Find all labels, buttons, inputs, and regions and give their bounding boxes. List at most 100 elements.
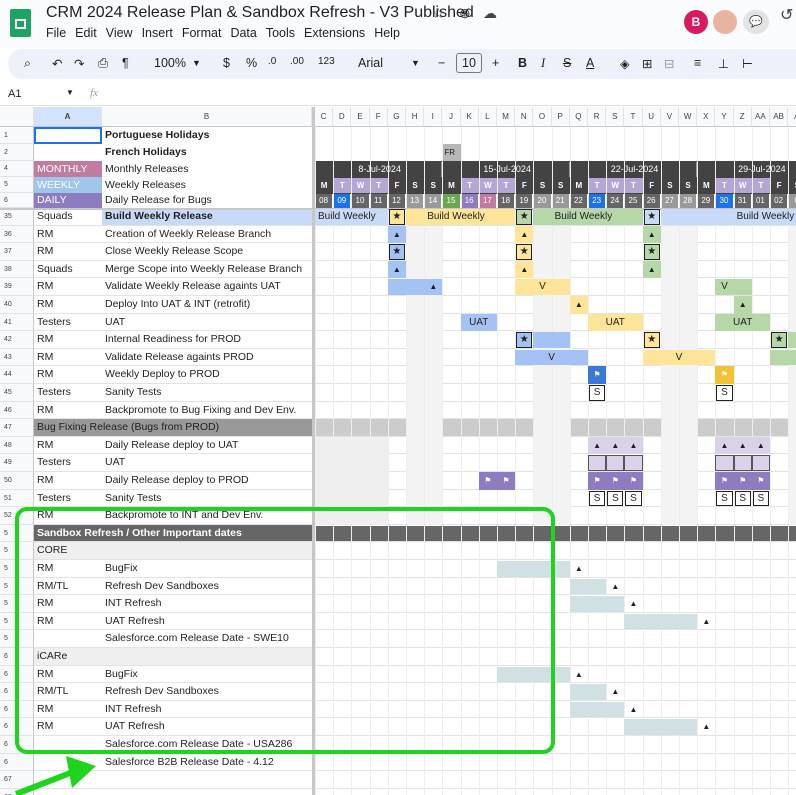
- fill-color-icon[interactable]: ◈: [620, 56, 630, 71]
- column-header[interactable]: W: [679, 107, 698, 127]
- search-icon[interactable]: ⌕: [24, 56, 31, 71]
- row-header[interactable]: 49: [0, 454, 34, 472]
- bold-button[interactable]: B: [518, 56, 527, 70]
- print-icon[interactable]: ⎙: [98, 56, 108, 71]
- menu-insert[interactable]: Insert: [142, 26, 173, 40]
- corner-cell[interactable]: [0, 107, 34, 127]
- cloud-status-icon[interactable]: ☁: [483, 5, 497, 22]
- row-header[interactable]: 1: [0, 127, 34, 144]
- column-header[interactable]: N: [515, 107, 534, 127]
- row-header[interactable]: 41: [0, 313, 34, 332]
- row-header[interactable]: 40: [0, 296, 34, 314]
- column-header[interactable]: C: [315, 107, 334, 127]
- column-header[interactable]: M: [497, 107, 516, 127]
- menu-data[interactable]: Data: [230, 26, 256, 40]
- menu-tools[interactable]: Tools: [266, 26, 295, 40]
- column-header[interactable]: J: [442, 107, 461, 127]
- column-header[interactable]: Z: [733, 107, 752, 127]
- row-header[interactable]: 6: [0, 753, 34, 772]
- sheets-logo-icon[interactable]: [10, 9, 31, 37]
- font-dropdown-icon[interactable]: ▼: [411, 58, 420, 68]
- increase-decimal-button[interactable]: .00: [290, 56, 304, 67]
- column-header[interactable]: V: [660, 107, 679, 127]
- column-header[interactable]: X: [697, 107, 716, 127]
- row-header[interactable]: 67: [0, 771, 34, 789]
- paint-format-icon[interactable]: ¶: [122, 56, 129, 70]
- collaborator-avatar[interactable]: [713, 10, 737, 34]
- wrap-icon[interactable]: ⊢: [742, 56, 753, 71]
- valign-icon[interactable]: ⊥: [718, 56, 729, 71]
- star-icon[interactable]: ☆: [432, 5, 445, 22]
- italic-button[interactable]: I: [541, 56, 545, 71]
- undo-icon[interactable]: ↶: [52, 56, 62, 71]
- move-icon[interactable]: ⊕: [459, 5, 471, 22]
- row-header[interactable]: 5: [0, 177, 34, 193]
- row-header[interactable]: 50: [0, 472, 34, 490]
- column-header[interactable]: D: [333, 107, 352, 127]
- document-title[interactable]: CRM 2024 Release Plan & Sandbox Refresh …: [46, 4, 474, 22]
- row-header[interactable]: 36: [0, 225, 34, 244]
- more-formats-button[interactable]: 123: [318, 56, 335, 67]
- increase-font-size-button[interactable]: +: [492, 56, 499, 70]
- row-header[interactable]: 2: [0, 144, 34, 161]
- percent-button[interactable]: %: [246, 56, 257, 70]
- column-header[interactable]: P: [551, 107, 570, 127]
- row-header[interactable]: 43: [0, 348, 34, 367]
- row-header[interactable]: 35: [0, 208, 34, 226]
- row-header[interactable]: 47: [0, 419, 34, 437]
- row-header[interactable]: 46: [0, 401, 34, 420]
- font-select[interactable]: Arial: [358, 56, 383, 70]
- column-header[interactable]: Q: [569, 107, 588, 127]
- menu-format[interactable]: Format: [182, 26, 222, 40]
- menu-view[interactable]: View: [106, 26, 133, 40]
- column-header[interactable]: F: [369, 107, 388, 127]
- merge-cells-icon[interactable]: ⊟: [664, 56, 674, 71]
- column-header[interactable]: T: [624, 107, 643, 127]
- column-header[interactable]: E: [351, 107, 370, 127]
- user-avatar[interactable]: B: [684, 10, 708, 34]
- strikethrough-button[interactable]: S: [563, 56, 571, 70]
- column-header[interactable]: Y: [715, 107, 734, 127]
- row-header[interactable]: 37: [0, 243, 34, 261]
- column-header[interactable]: I: [424, 107, 443, 127]
- align-icon[interactable]: ≡: [694, 56, 701, 70]
- menu-edit[interactable]: Edit: [75, 26, 97, 40]
- borders-icon[interactable]: ⊞: [642, 56, 652, 71]
- row-header[interactable]: 51: [0, 489, 34, 508]
- row-header[interactable]: 48: [0, 436, 34, 455]
- column-header[interactable]: AB: [770, 107, 789, 127]
- column-header[interactable]: O: [533, 107, 552, 127]
- menu-help[interactable]: Help: [374, 26, 400, 40]
- column-header[interactable]: L: [478, 107, 497, 127]
- column-header[interactable]: K: [460, 107, 479, 127]
- zoom-dropdown-icon[interactable]: ▼: [192, 58, 201, 68]
- font-size-input[interactable]: 10: [456, 53, 482, 73]
- decrease-decimal-button[interactable]: .0: [268, 56, 276, 67]
- history-icon[interactable]: ↺: [780, 5, 793, 25]
- text-color-button[interactable]: A: [586, 56, 594, 70]
- row-header[interactable]: 38: [0, 260, 34, 279]
- row-header[interactable]: 44: [0, 366, 34, 384]
- column-header[interactable]: R: [588, 107, 607, 127]
- row-header[interactable]: 42: [0, 331, 34, 349]
- column-header-a[interactable]: A: [34, 107, 102, 127]
- name-box[interactable]: A1: [8, 88, 21, 100]
- column-header[interactable]: H: [406, 107, 425, 127]
- column-header-b[interactable]: B: [102, 107, 312, 127]
- menu-file[interactable]: File: [46, 26, 66, 40]
- column-header[interactable]: AA: [751, 107, 770, 127]
- row-header[interactable]: 4: [0, 161, 34, 177]
- column-header[interactable]: S: [606, 107, 625, 127]
- decrease-font-size-button[interactable]: −: [438, 56, 445, 70]
- currency-button[interactable]: $: [223, 56, 230, 70]
- row-header[interactable]: 68: [0, 788, 34, 795]
- selected-cell-a1[interactable]: [34, 127, 102, 144]
- row-header[interactable]: 45: [0, 384, 34, 402]
- redo-icon[interactable]: ↷: [74, 56, 84, 71]
- name-box-dropdown-icon[interactable]: ▼: [66, 88, 74, 97]
- zoom-select[interactable]: 100%: [154, 56, 186, 70]
- row-header[interactable]: 39: [0, 278, 34, 296]
- column-header[interactable]: A: [788, 107, 796, 127]
- comments-icon[interactable]: 💬: [743, 10, 769, 34]
- menu-extensions[interactable]: Extensions: [304, 26, 365, 40]
